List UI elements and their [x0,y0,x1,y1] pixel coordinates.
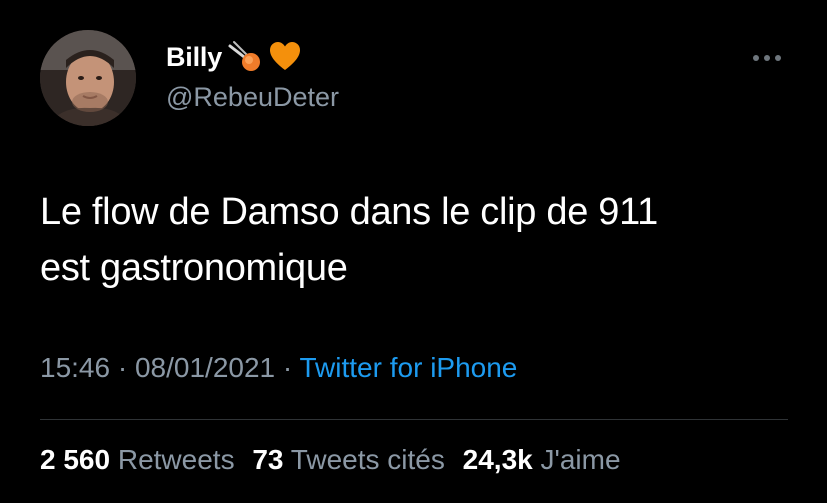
display-name[interactable]: Billy [166,40,302,74]
shooting-star-icon [228,40,262,74]
meta-separator: · [117,352,128,383]
quotes-stat[interactable]: 73 Tweets cités [252,444,445,475]
more-dots-icon [753,55,781,61]
tweet-stats: 2 560 Retweets 73 Tweets cités 24,3k J'a… [40,444,631,476]
retweets-label: Retweets [117,444,235,475]
divider [40,419,788,420]
quotes-count: 73 [252,444,284,475]
likes-stat[interactable]: 24,3k J'aime [463,444,621,475]
tweet-text: Le flow de Damso dans le clip de 911 est… [40,184,800,296]
tweet-time[interactable]: 15:46 [40,352,110,383]
tweet-source-link[interactable]: Twitter for iPhone [300,352,518,383]
display-name-text: Billy [166,41,223,72]
avatar[interactable] [40,30,136,126]
retweets-stat[interactable]: 2 560 Retweets [40,444,235,475]
more-options-button[interactable] [745,46,789,70]
likes-count: 24,3k [462,444,533,475]
likes-label: J'aime [540,444,621,475]
meta-separator: · [282,352,293,383]
tweet-text-line-2: est gastronomique [40,247,348,289]
tweet-meta: 15:46 · 08/01/2021 · Twitter for iPhone [40,352,517,384]
tweet-text-line-1: Le flow de Damso dans le clip de 911 [40,191,658,233]
quotes-label: Tweets cités [290,444,445,475]
retweets-count: 2 560 [40,444,111,475]
orange-heart-icon [268,40,302,74]
tweet-date[interactable]: 08/01/2021 [135,352,275,383]
tweet-card: Billy @RebeuDeter Le flow de Damso dans … [0,0,827,503]
user-handle[interactable]: @RebeuDeter [166,82,339,113]
